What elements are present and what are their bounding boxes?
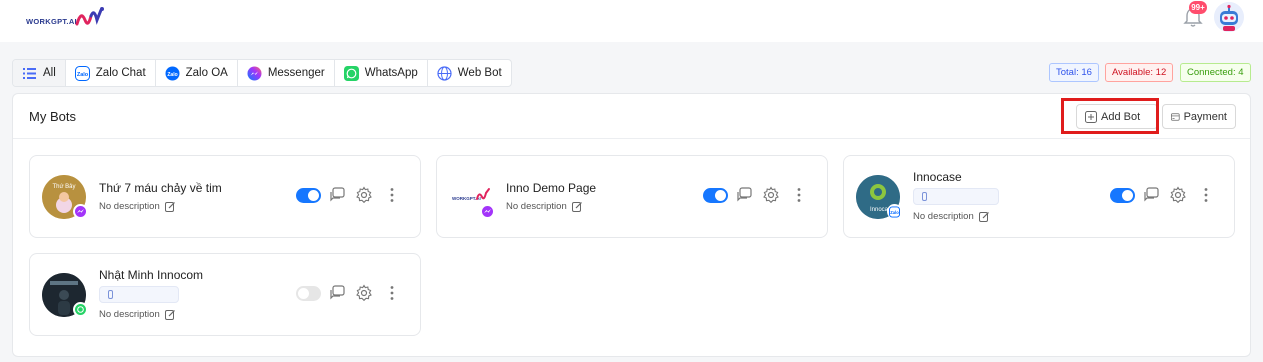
app-logo[interactable]: WORKGPT.AI xyxy=(26,4,107,30)
bot-description: No description xyxy=(913,211,990,222)
bot-card[interactable]: Innoca Zalo Innocase No description xyxy=(843,155,1235,238)
chat-icon[interactable] xyxy=(735,186,753,204)
edit-icon[interactable] xyxy=(164,201,176,212)
gear-icon[interactable] xyxy=(1169,186,1187,204)
list-icon xyxy=(22,66,37,81)
messenger-icon xyxy=(73,204,88,219)
user-avatar[interactable] xyxy=(1214,2,1244,32)
gear-icon[interactable] xyxy=(762,186,780,204)
bot-description: No description xyxy=(99,201,176,212)
bot-enable-toggle[interactable] xyxy=(703,188,728,203)
description-text: No description xyxy=(506,201,567,212)
zalo-icon: Zalo xyxy=(887,204,902,219)
bot-enable-toggle[interactable] xyxy=(296,286,321,301)
bot-card[interactable]: Nhật Minh Innocom No description xyxy=(29,253,421,336)
chat-icon[interactable] xyxy=(328,284,346,302)
more-vertical-icon[interactable] xyxy=(1197,186,1215,204)
bot-description: No description xyxy=(99,309,176,320)
total-count-badge: Total: 16 xyxy=(1049,63,1099,82)
bot-card[interactable]: WORKGPT.AI Inno Demo Page No description xyxy=(436,155,828,238)
tab-web-bot[interactable]: Web Bot xyxy=(428,60,511,86)
edit-icon[interactable] xyxy=(978,211,990,222)
description-text: No description xyxy=(913,211,974,222)
svg-text:Zalo: Zalo xyxy=(167,72,177,78)
bot-description: No description xyxy=(506,201,583,212)
tab-zalo-chat[interactable]: Zalo Zalo Chat xyxy=(66,60,156,86)
credit-card-icon xyxy=(1171,112,1180,121)
zalo-oa-icon: Zalo xyxy=(165,66,180,81)
more-vertical-icon[interactable] xyxy=(383,284,401,302)
bot-name: Innocase xyxy=(913,170,962,184)
logo-mark-icon xyxy=(75,7,104,26)
whatsapp-icon xyxy=(73,302,88,317)
edit-icon[interactable] xyxy=(164,309,176,320)
bot-card[interactable]: Thứ Bảy Thứ 7 máu chảy về tim No descrip… xyxy=(29,155,421,238)
tab-zalo-oa[interactable]: Zalo Zalo OA xyxy=(156,60,238,86)
bot-name: Thứ 7 máu chảy về tim xyxy=(99,181,222,195)
channel-tabs: All Zalo Zalo Chat Zalo Zalo OA Messenge… xyxy=(12,59,512,87)
tab-all[interactable]: All xyxy=(13,60,66,86)
messenger-icon xyxy=(247,66,262,81)
bot-id-field[interactable] xyxy=(913,188,999,205)
svg-text:Zalo: Zalo xyxy=(890,209,899,214)
messenger-icon xyxy=(480,204,495,219)
bot-enable-toggle[interactable] xyxy=(296,188,321,203)
payment-label: Payment xyxy=(1183,110,1227,123)
chat-icon[interactable] xyxy=(1142,186,1160,204)
svg-text:Zalo: Zalo xyxy=(77,72,89,78)
plus-square-icon xyxy=(1085,110,1097,123)
panel-header: My Bots Add Bot Payment xyxy=(13,94,1250,139)
available-count-badge: Available: 12 xyxy=(1105,63,1174,82)
chat-icon[interactable] xyxy=(328,186,346,204)
tab-label: All xyxy=(43,67,56,79)
tab-messenger[interactable]: Messenger xyxy=(238,60,335,86)
svg-text:Innoca: Innoca xyxy=(870,207,889,213)
gear-icon[interactable] xyxy=(355,284,373,302)
svg-text:Thứ Bảy: Thứ Bảy xyxy=(52,184,75,190)
whatsapp-icon xyxy=(343,65,359,81)
top-bar: WORKGPT.AI 99+ xyxy=(0,0,1263,42)
more-vertical-icon[interactable] xyxy=(790,186,808,204)
gear-icon[interactable] xyxy=(355,186,373,204)
description-text: No description xyxy=(99,201,160,212)
tab-label: Zalo Chat xyxy=(95,67,146,79)
tab-label: WhatsApp xyxy=(364,67,418,79)
logo-text: WORKGPT.AI xyxy=(26,17,77,26)
tab-label: Web Bot xyxy=(457,67,502,79)
more-vertical-icon[interactable] xyxy=(383,186,401,204)
tab-label: Messenger xyxy=(267,67,325,79)
edit-icon[interactable] xyxy=(571,201,583,212)
notification-badge: 99+ xyxy=(1189,1,1207,14)
robot-avatar-icon xyxy=(1214,2,1244,32)
tab-whatsapp[interactable]: WhatsApp xyxy=(335,60,428,86)
connected-count-badge: Connected: 4 xyxy=(1180,63,1251,82)
bot-enable-toggle[interactable] xyxy=(1110,188,1135,203)
description-text: No description xyxy=(99,309,160,320)
payment-button[interactable]: Payment xyxy=(1162,104,1236,129)
bot-name: Nhật Minh Innocom xyxy=(99,268,204,282)
bot-id-field[interactable] xyxy=(99,286,179,303)
page-title: My Bots xyxy=(29,109,76,124)
bot-name: Inno Demo Page xyxy=(506,181,597,195)
tab-label: Zalo OA xyxy=(185,67,228,79)
zalo-icon: Zalo xyxy=(74,65,90,81)
my-bots-panel: My Bots Add Bot Payment Thứ Bảy Thứ 7 má… xyxy=(12,93,1251,357)
add-bot-button[interactable]: Add Bot xyxy=(1076,104,1158,129)
add-bot-label: Add Bot xyxy=(1101,110,1141,123)
globe-icon xyxy=(437,65,452,81)
